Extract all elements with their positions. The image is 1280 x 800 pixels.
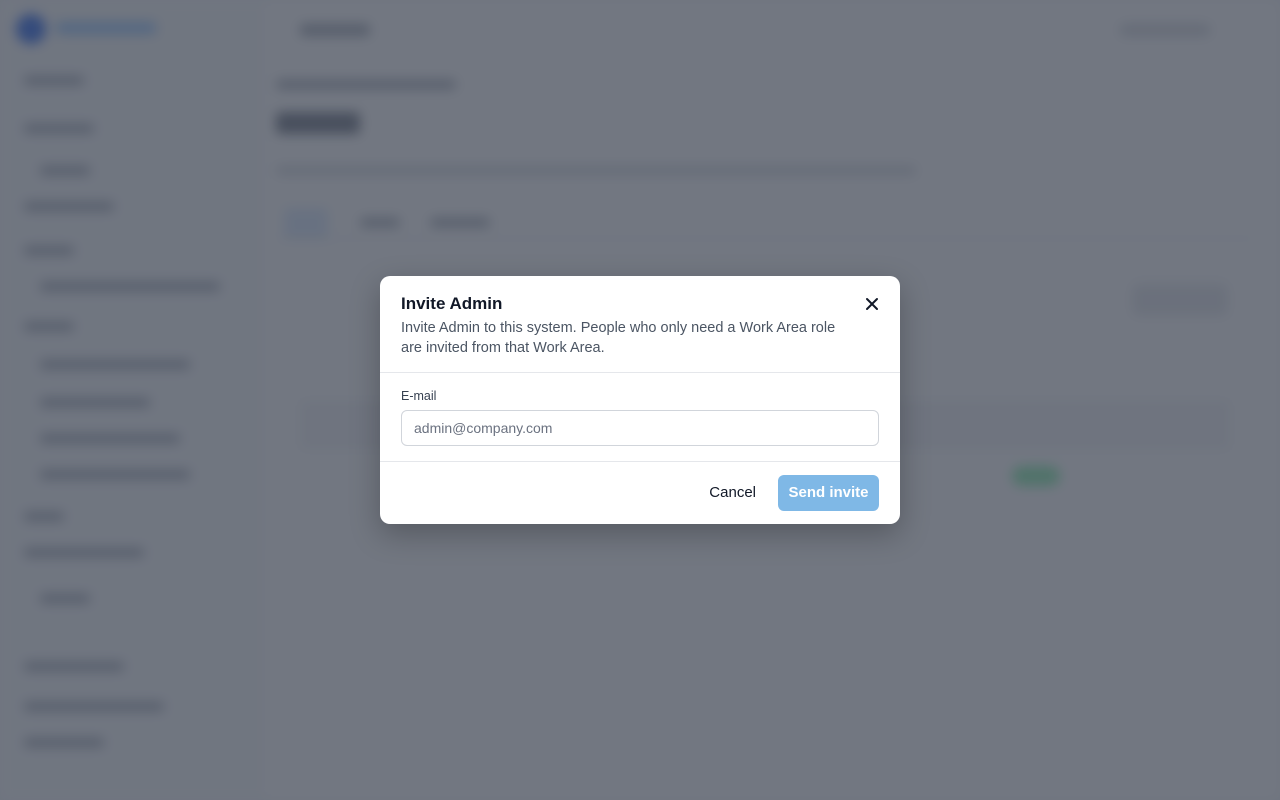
dialog-description: Invite Admin to this system. People who … (401, 320, 836, 356)
dialog-body: E-mail (380, 373, 900, 462)
cancel-button[interactable]: Cancel (697, 475, 768, 511)
close-button[interactable] (862, 294, 882, 314)
email-label: E-mail (401, 389, 437, 403)
dialog-title: Invite Admin (401, 294, 503, 313)
dialog-footer: Cancel Send invite (380, 462, 900, 523)
invite-admin-dialog: Invite Admin Invite Admin to this system… (380, 276, 900, 524)
email-input[interactable] (401, 410, 879, 446)
close-icon (866, 298, 878, 310)
send-invite-button[interactable]: Send invite (778, 474, 879, 511)
dialog-header: Invite Admin Invite Admin to this system… (380, 276, 900, 373)
